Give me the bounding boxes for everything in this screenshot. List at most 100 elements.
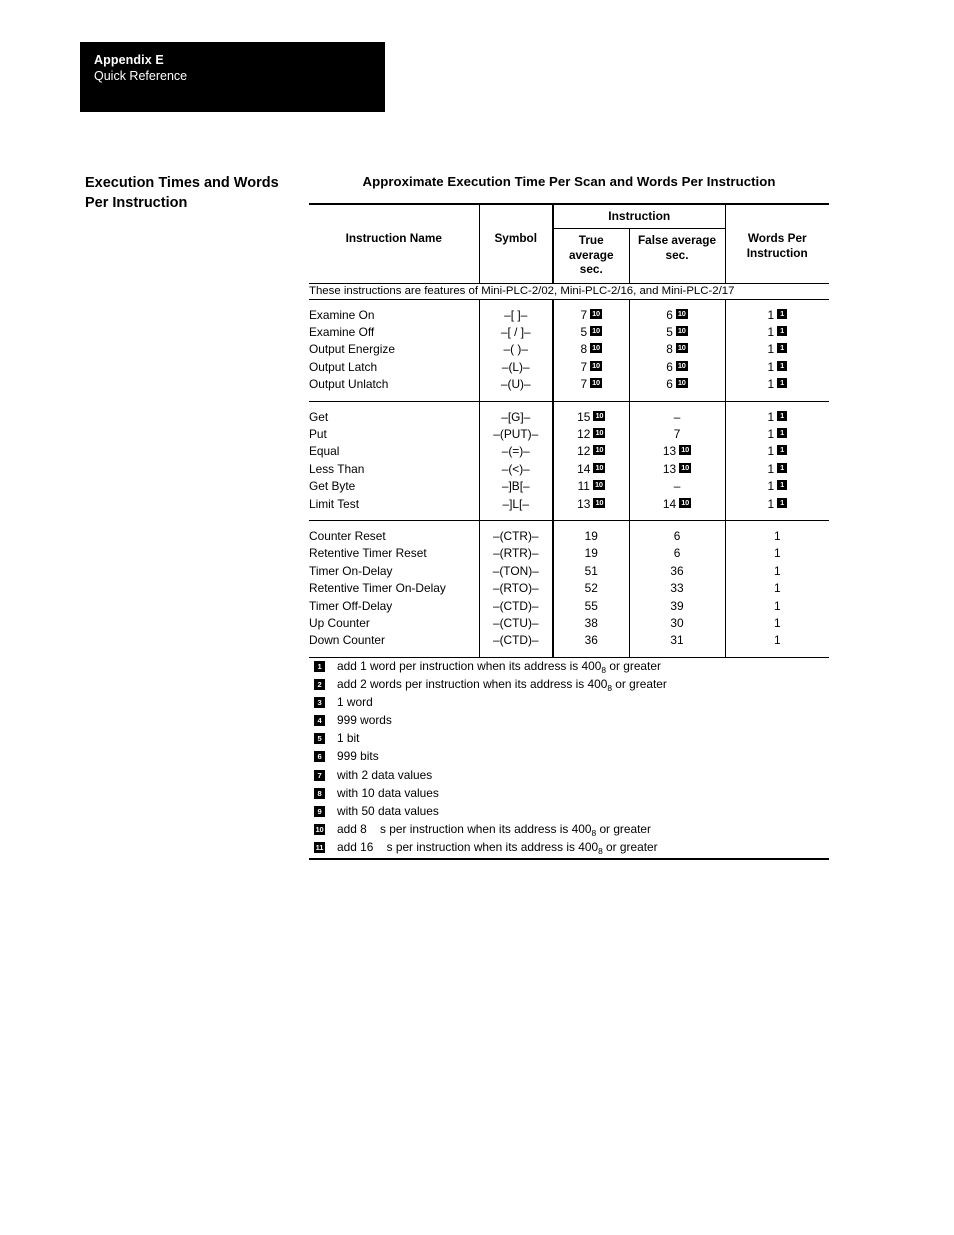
words-per-instruction-cell-value: 1 xyxy=(767,426,775,441)
footnote-marker-5: 5 xyxy=(314,733,325,745)
header-true-line1: True xyxy=(578,233,604,247)
group-spacer-bottom xyxy=(309,649,829,657)
words-per-instruction-cell: 11 xyxy=(724,323,829,342)
footnote-ref-10: 10 xyxy=(590,360,603,371)
true-average-cell: 51 xyxy=(552,562,629,581)
instruction-name-cell: Timer On-Delay xyxy=(309,563,393,578)
footnote-text: 1 word xyxy=(337,695,373,710)
true-average-cell: 8 10 xyxy=(552,341,629,359)
header-true-line2: average xyxy=(568,247,614,262)
section-title-line1: Execution Times and Words xyxy=(85,175,279,191)
true-average-cell: 5 10 xyxy=(552,323,629,342)
false-average-cell: 33 xyxy=(628,580,725,598)
footnote-ref-10: 10 xyxy=(675,325,688,336)
footnote-ref-10: 10 xyxy=(593,497,606,508)
words-per-instruction-cell: 1 xyxy=(724,615,829,633)
false-average-cell: 6 xyxy=(628,545,725,563)
footnote-marker-3: 3 xyxy=(314,697,325,709)
instruction-group-1: Examine On –[ ]– 7 10 6 10 1 1 Examine Off –[ / ]… xyxy=(309,298,829,401)
words-per-instruction-cell-value: 1 xyxy=(767,324,775,339)
table-row: Down Counter –(CTD)– 36 31 1 xyxy=(309,632,829,650)
footnote-marker-2: 2 xyxy=(314,679,325,691)
true-average-cell: 38 xyxy=(552,615,629,633)
false-average-cell: 6 10 xyxy=(628,376,725,394)
execution-times-table-block: Approximate Execution Time Per Scan and … xyxy=(309,174,829,658)
footnote-ref-1: 1 xyxy=(777,480,788,491)
footnote-ref-10: 10 xyxy=(592,480,605,491)
words-per-instruction-cell: 1 xyxy=(724,580,829,598)
true-average-cell: 7 10 xyxy=(552,306,629,324)
group-spacer-top xyxy=(309,520,829,528)
table-row: Examine Off –[ / ]– 5 10 5 10 1 1 xyxy=(309,323,829,342)
words-per-instruction-cell: 11 xyxy=(724,425,829,444)
words-per-instruction-cell-value: 1 xyxy=(767,342,775,357)
true-average-cell-value: 7 xyxy=(580,307,588,322)
footnote-item: 2 add 2 words per instruction when its ad… xyxy=(309,676,829,694)
false-average-cell-value: 8 xyxy=(666,342,673,357)
false-average-cell-value: – xyxy=(673,479,681,494)
false-average-cell-value: 6 xyxy=(666,307,673,322)
instruction-symbol-cell: –(TON)– xyxy=(478,562,553,581)
false-average-cell-value: 13 xyxy=(662,461,677,476)
footnote-text: with 10 data values xyxy=(337,785,439,800)
footnote-ref-1: 1 xyxy=(777,343,788,354)
instruction-symbol-cell: –[G]– xyxy=(478,408,553,426)
footnote-ref-10: 10 xyxy=(675,378,688,389)
appendix-label: Appendix E xyxy=(94,53,164,67)
true-average-cell: 11 10 xyxy=(552,478,629,496)
instruction-name-cell: Examine Off xyxy=(309,324,375,339)
words-per-instruction-cell-value: 1 xyxy=(773,528,781,543)
table-row: Retentive Timer Reset –(RTR)– 19 6 1 xyxy=(309,545,829,563)
footnote-ref-10: 10 xyxy=(675,360,688,371)
footnote-marker-8: 8 xyxy=(314,787,325,799)
true-average-cell: 55 xyxy=(552,597,629,615)
footnote-ref-1: 1 xyxy=(777,497,788,508)
footnote-ref-1: 1 xyxy=(777,445,788,456)
instruction-symbol-cell: –(L)– xyxy=(478,358,553,377)
octal-subscript: 8 xyxy=(601,665,607,675)
words-per-instruction-cell-value: 1 xyxy=(773,598,781,613)
footnote-ref-10: 10 xyxy=(593,427,606,438)
table-row: Output Energize –( )– 8 10 8 10 1 1 xyxy=(309,341,829,359)
footnote-ref-10: 10 xyxy=(593,445,606,456)
table-row: Get Byte –]B[– 11 10–1 1 xyxy=(309,478,829,496)
words-per-instruction-cell-value: 1 xyxy=(767,409,775,424)
true-average-cell-value: 15 xyxy=(577,409,591,424)
words-per-instruction-cell: 1 xyxy=(724,562,829,581)
instruction-name-cell: Put xyxy=(309,426,327,441)
true-average-cell-value: 51 xyxy=(584,563,598,578)
footnote-marker-10: 10 xyxy=(314,823,325,835)
footnote-ref-10: 10 xyxy=(590,325,603,336)
octal-subscript: 8 xyxy=(598,845,603,856)
true-average-cell-value: 19 xyxy=(584,528,598,543)
false-average-cell-value: 6 xyxy=(666,377,673,392)
false-average-cell: 6 10 xyxy=(628,306,725,324)
true-average-cell-value: 7 xyxy=(580,377,588,392)
instruction-symbol-cell: –(CTU)– xyxy=(478,615,553,633)
header-instruction-group: Instruction xyxy=(552,203,725,229)
true-average-cell-value: 38 xyxy=(584,616,598,630)
instruction-name-cell: Counter Reset xyxy=(309,528,386,543)
header-false-line2: sec. xyxy=(665,247,689,262)
table-row: Less Than –(<)– 14 10 13 10 1 1 xyxy=(309,460,829,479)
instruction-name-cell: Timer Off-Delay xyxy=(309,598,393,613)
footnote-item: 9 with 50 data values xyxy=(309,803,829,821)
footnote-text: 1 bit xyxy=(337,731,360,746)
table-header: Instruction Name Symbol Instruction Word… xyxy=(309,203,829,299)
header-instruction-name: Instruction Name xyxy=(309,203,479,283)
false-average-cell-value: 14 xyxy=(662,496,677,511)
true-average-cell-value: 13 xyxy=(577,496,591,511)
section-title: Execution Times and Words Per Instructio… xyxy=(85,174,300,213)
instruction-symbol-cell: –(CTD)– xyxy=(478,597,553,615)
footnote-ref-10: 10 xyxy=(675,343,688,354)
section-title-line2: Per Instruction xyxy=(85,194,188,211)
instruction-name-cell: Get Byte xyxy=(309,479,356,494)
false-average-cell: 13 10 xyxy=(628,460,725,479)
false-average-cell: 6 xyxy=(628,527,725,546)
words-per-instruction-cell-value: 1 xyxy=(767,444,775,459)
words-per-instruction-cell-value: 1 xyxy=(767,496,775,511)
false-average-cell: – xyxy=(628,478,725,496)
false-average-cell-value: 6 xyxy=(666,359,673,374)
footnote-text: 999 words xyxy=(337,713,392,728)
true-average-cell: 13 10 xyxy=(552,495,629,513)
